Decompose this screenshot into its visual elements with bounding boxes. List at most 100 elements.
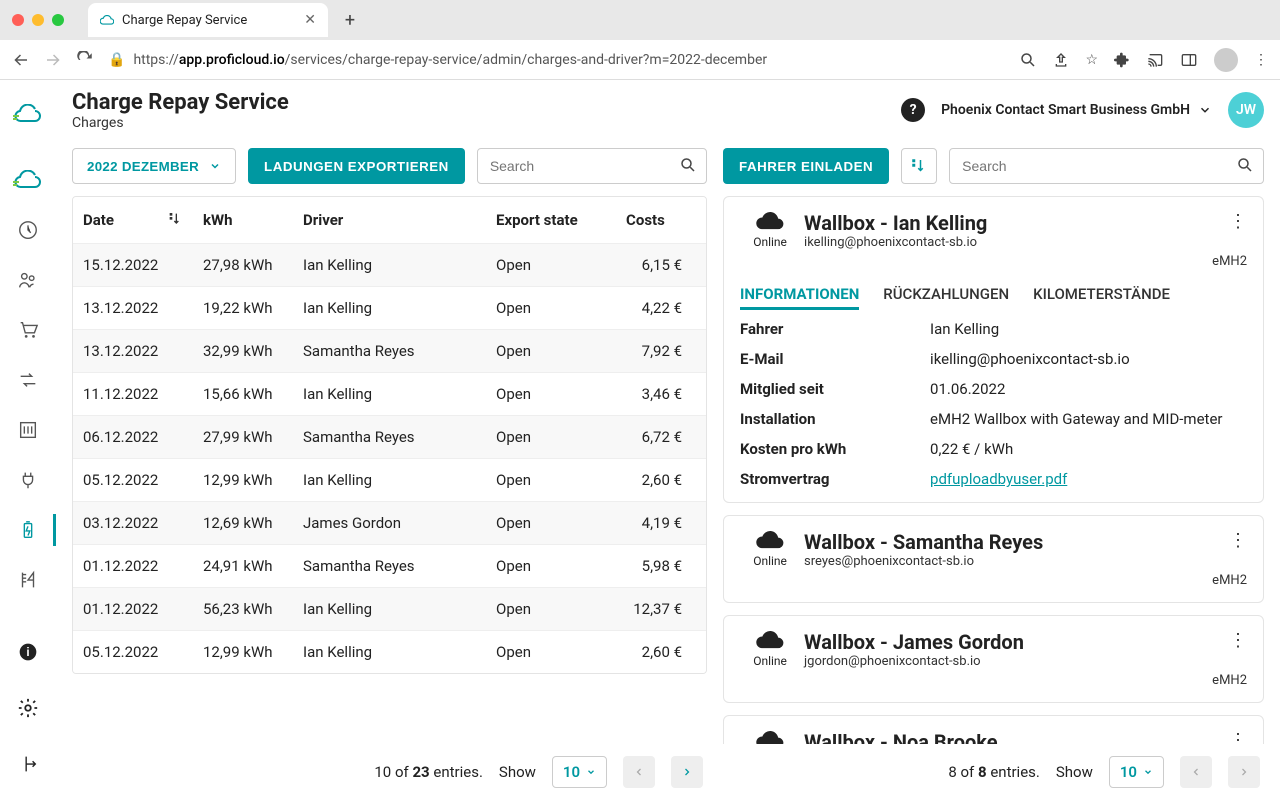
next-page-button[interactable]: [1228, 756, 1260, 788]
cell-state: Open: [486, 502, 616, 545]
cell-costs: 2,60 €: [616, 459, 706, 502]
chevron-down-icon: [586, 767, 596, 777]
org-selector[interactable]: Phoenix Contact Smart Business GmbH: [941, 102, 1212, 118]
lock-icon: 🔒: [108, 52, 125, 68]
sidebar-item-cart[interactable]: [0, 306, 56, 354]
overflow-menu-icon[interactable]: ⋮: [1254, 52, 1268, 68]
drivers-pagination: 8 of 8 entries. Show 10: [723, 744, 1264, 800]
month-label: 2022 DEZEMBER: [87, 159, 199, 174]
next-page-button[interactable]: [671, 756, 703, 788]
col-date[interactable]: Date: [73, 197, 193, 244]
profile-icon[interactable]: [1214, 48, 1238, 72]
sort-drivers-button[interactable]: [901, 148, 937, 184]
star-icon[interactable]: ☆: [1085, 52, 1098, 68]
sidebar-item-transfer[interactable]: [0, 356, 56, 404]
tab-kilometerstaende[interactable]: KILOMETERSTÄNDE: [1033, 285, 1170, 310]
cloud-icon: [756, 630, 784, 650]
month-dropdown[interactable]: 2022 DEZEMBER: [72, 148, 236, 184]
table-row[interactable]: 13.12.202232,99 kWhSamantha ReyesOpen7,9…: [73, 330, 706, 373]
browser-tab[interactable]: Charge Repay Service ✕: [88, 3, 328, 37]
prev-page-button[interactable]: [1180, 756, 1212, 788]
url-prefix: https://: [133, 52, 178, 68]
more-icon[interactable]: ⋮: [1229, 730, 1247, 744]
cell-costs: 4,19 €: [616, 502, 706, 545]
forward-icon[interactable]: [44, 51, 62, 69]
sidebar-item-battery[interactable]: [0, 506, 56, 554]
more-icon[interactable]: ⋮: [1229, 530, 1247, 551]
tab-informationen[interactable]: INFORMATIONEN: [740, 285, 859, 310]
sidebar-item-meter[interactable]: [0, 556, 56, 604]
search-icon[interactable]: [1236, 156, 1254, 174]
drivers-search-input[interactable]: [949, 148, 1264, 184]
cell-kwh: 15,66 kWh: [193, 373, 293, 416]
page-size-select[interactable]: 10: [552, 756, 607, 788]
table-row[interactable]: 06.12.202227,99 kWhSamantha ReyesOpen6,7…: [73, 416, 706, 459]
driver-card[interactable]: OnlineWallbox - Noa Brookenbrooke@phoeni…: [723, 715, 1264, 744]
table-row[interactable]: 15.12.202227,98 kWhIan KellingOpen6,15 €: [73, 244, 706, 287]
cell-date: 01.12.2022: [73, 545, 193, 588]
sidebar-item-charger[interactable]: [0, 456, 56, 504]
reload-icon[interactable]: [76, 51, 94, 69]
share-icon[interactable]: [1053, 51, 1069, 69]
cell-date: 03.12.2022: [73, 502, 193, 545]
cell-state: Open: [486, 545, 616, 588]
search-icon[interactable]: [679, 156, 697, 174]
status-label: Online: [753, 654, 787, 668]
col-kwh[interactable]: kWh: [193, 197, 293, 244]
cell-driver: Ian Kelling: [293, 244, 486, 287]
sidebar-item-home[interactable]: [0, 156, 56, 204]
sidebar-info-icon[interactable]: i: [0, 628, 56, 676]
table-row[interactable]: 01.12.202224,91 kWhSamantha ReyesOpen5,9…: [73, 545, 706, 588]
panel-icon[interactable]: [1180, 52, 1198, 68]
driver-card-title: Wallbox - Noa Brooke: [804, 730, 1212, 744]
cell-state: Open: [486, 588, 616, 631]
cast-icon[interactable]: [1146, 52, 1164, 68]
avatar[interactable]: JW: [1228, 92, 1264, 128]
extensions-icon[interactable]: [1114, 52, 1130, 68]
new-tab-button[interactable]: +: [336, 6, 364, 34]
wallbox-model: eMH2: [1212, 573, 1247, 588]
minimize-window-icon[interactable]: [32, 14, 44, 26]
table-row[interactable]: 05.12.202212,99 kWhIan KellingOpen2,60 €: [73, 459, 706, 502]
info-driver-label: Fahrer: [740, 320, 930, 338]
charges-table: Date kWh Driver Export state Costs 15.12…: [72, 196, 707, 674]
close-window-icon[interactable]: [12, 14, 24, 26]
tab-rueckzahlungen[interactable]: RÜCKZAHLUNGEN: [883, 285, 1009, 310]
invite-driver-button[interactable]: FAHRER EINLADEN: [723, 148, 889, 184]
cell-costs: 3,46 €: [616, 373, 706, 416]
url-path: /services/charge-repay-service/admin/cha…: [285, 52, 767, 68]
col-state[interactable]: Export state: [486, 197, 616, 244]
sort-icon[interactable]: [167, 211, 183, 227]
sidebar-logo[interactable]: [0, 90, 56, 138]
zoom-icon[interactable]: [1019, 51, 1037, 69]
more-icon[interactable]: ⋮: [1229, 211, 1247, 232]
sidebar-item-monitor[interactable]: [0, 206, 56, 254]
help-icon[interactable]: ?: [901, 98, 925, 122]
sidebar-settings-icon[interactable]: [0, 684, 56, 732]
more-icon[interactable]: ⋮: [1229, 630, 1247, 651]
driver-card[interactable]: Online Wallbox - Ian Kelling ikelling@ph…: [723, 196, 1264, 503]
sidebar-logout-icon[interactable]: [0, 740, 56, 788]
maximize-window-icon[interactable]: [52, 14, 64, 26]
col-driver[interactable]: Driver: [293, 197, 486, 244]
table-row[interactable]: 03.12.202212,69 kWhJames GordonOpen4,19 …: [73, 502, 706, 545]
table-row[interactable]: 11.12.202215,66 kWhIan KellingOpen3,46 €: [73, 373, 706, 416]
charges-search-input[interactable]: [477, 148, 707, 184]
info-contract-link[interactable]: pdfuploadbyuser.pdf: [930, 470, 1067, 488]
prev-page-button[interactable]: [623, 756, 655, 788]
sidebar-item-reports[interactable]: [0, 406, 56, 454]
close-tab-icon[interactable]: ✕: [304, 12, 316, 28]
driver-card[interactable]: OnlineWallbox - Samantha Reyessreyes@pho…: [723, 515, 1264, 603]
export-charges-button[interactable]: LADUNGEN EXPORTIEREN: [248, 148, 465, 184]
url-field[interactable]: 🔒 https://app.proficloud.io/services/cha…: [108, 52, 1005, 68]
cell-state: Open: [486, 416, 616, 459]
table-row[interactable]: 01.12.202256,23 kWhIan KellingOpen12,37 …: [73, 588, 706, 631]
table-row[interactable]: 05.12.202212,99 kWhIan KellingOpen2,60 €: [73, 631, 706, 674]
table-row[interactable]: 13.12.202219,22 kWhIan KellingOpen4,22 €: [73, 287, 706, 330]
back-icon[interactable]: [12, 51, 30, 69]
page-size-select[interactable]: 10: [1109, 756, 1164, 788]
col-costs[interactable]: Costs: [616, 197, 706, 244]
driver-card[interactable]: OnlineWallbox - James Gordonjgordon@phoe…: [723, 615, 1264, 703]
cell-kwh: 12,99 kWh: [193, 631, 293, 674]
sidebar-item-users[interactable]: [0, 256, 56, 304]
